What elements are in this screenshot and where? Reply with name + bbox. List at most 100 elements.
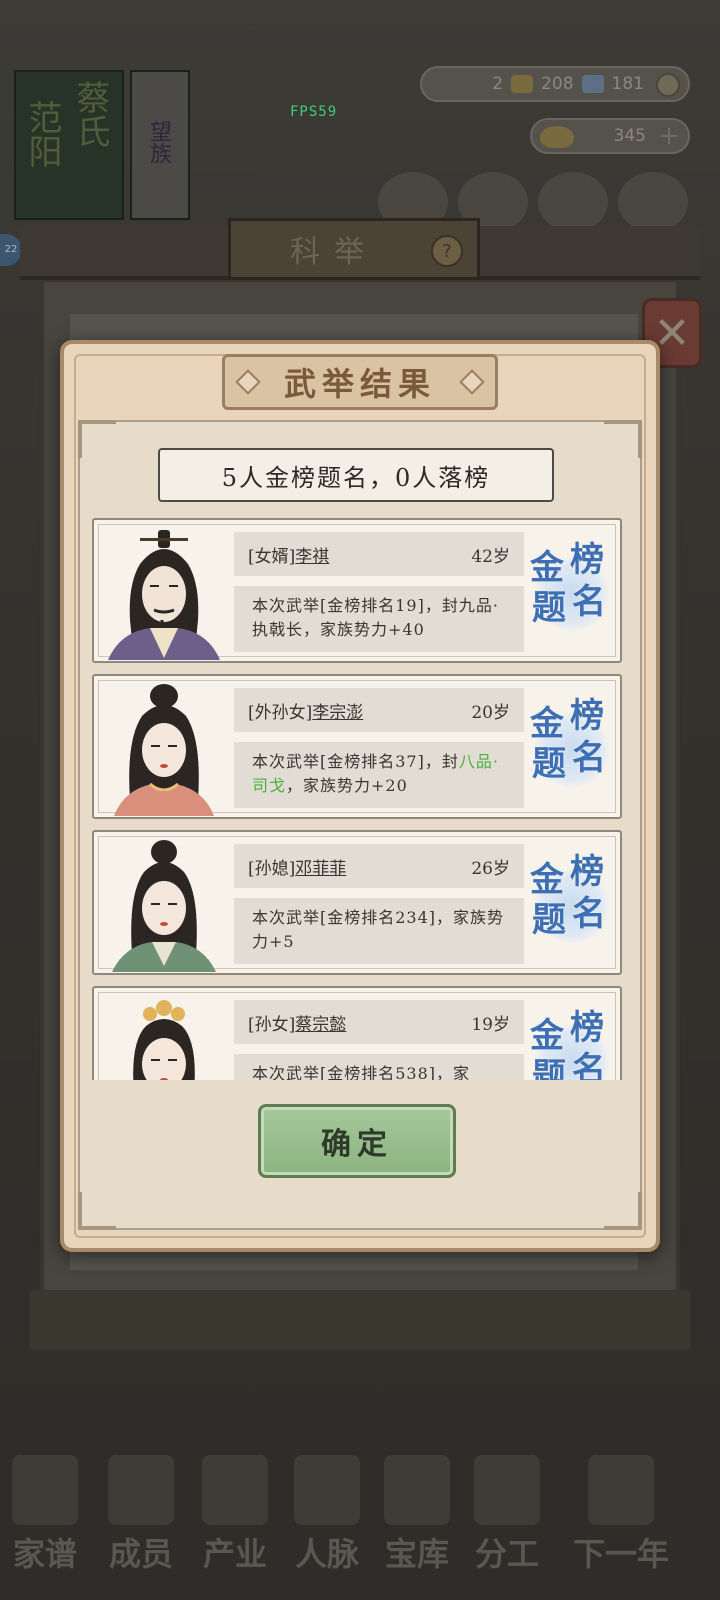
- ornament-icon: [459, 369, 485, 395]
- result-description: 本次武举[金榜排名37]，封八品·司戈，家族势力+20: [234, 742, 524, 808]
- stamp-char: 题: [532, 588, 566, 628]
- member-relation: [女婿]: [248, 546, 296, 567]
- stamp-char: 名: [572, 738, 606, 778]
- stamp-char: 题: [532, 744, 566, 784]
- lantern-icon: [588, 1455, 654, 1525]
- nav-item-label: 产业: [202, 1535, 267, 1573]
- avatar: [100, 680, 228, 816]
- avatar: [100, 992, 228, 1080]
- member-name-row: [外孙女] 李宗澎 20岁: [234, 688, 524, 732]
- nav-item-label: 宝库: [384, 1535, 449, 1573]
- member-relation: [孙媳]: [248, 858, 296, 879]
- nav-item-property[interactable]: 产业: [192, 1455, 278, 1575]
- result-card: [孙媳] 邓菲菲 26岁 本次武举[金榜排名234]，家族势力+5 金 榜 题 名: [92, 830, 622, 975]
- exam-title-plate: 科举 ?: [228, 218, 480, 280]
- family-book: 范阳 蔡氏 望族: [14, 70, 194, 220]
- result-text: 本次武举[金榜排名234]，家族势力+5: [252, 908, 505, 951]
- result-card: [女婿] 李祺 42岁 本次武举[金榜排名19]，封九品·执戟长，家族势力+40 …: [92, 518, 622, 663]
- nav-item-label: 分工: [474, 1535, 539, 1573]
- property-icon: [202, 1455, 268, 1525]
- stamp-char: 金: [530, 704, 564, 744]
- member-relation: [孙女]: [248, 1014, 296, 1035]
- book-title-clan: 蔡氏: [70, 80, 110, 148]
- member-age: 42岁: [471, 546, 510, 567]
- ornament-icon: [235, 369, 261, 395]
- dialog-title-plate: 武举结果: [222, 354, 498, 410]
- stamp-char: 榜: [570, 852, 604, 892]
- nav-item-treasury[interactable]: 宝库: [374, 1455, 460, 1575]
- corner-ornament: [604, 1192, 642, 1230]
- stamp-char: 名: [572, 894, 606, 934]
- member-name-link[interactable]: 李祺: [295, 542, 329, 567]
- result-description: 本次武举[金榜排名19]，封九品·执戟长，家族势力+40: [234, 586, 524, 652]
- member-name-link[interactable]: 蔡宗懿: [295, 1010, 346, 1035]
- nav-item-next-year[interactable]: 下一年: [566, 1455, 676, 1575]
- globe-icon: [618, 172, 688, 232]
- stamp-char: 榜: [570, 1008, 604, 1048]
- gold-ingot-icon: [540, 126, 574, 148]
- result-card: [孙女] 蔡宗懿 19岁 本次武举[金榜排名538]，家 金 榜 题 名: [92, 986, 622, 1080]
- member-name-row: [孙女] 蔡宗懿 19岁: [234, 1000, 524, 1044]
- nav-item-members[interactable]: 成员: [98, 1455, 184, 1575]
- nav-item-label: 家谱: [12, 1535, 77, 1573]
- exam-foot: [30, 1290, 690, 1350]
- stamp-char: 金: [530, 548, 564, 588]
- result-text: 本次武举[金榜排名37]，封: [252, 752, 459, 771]
- resource-c-value: 181: [611, 74, 644, 94]
- avatar: [100, 524, 228, 660]
- ticket-icon: [511, 75, 534, 93]
- nav-item-label: 下一年: [572, 1535, 669, 1573]
- member-age: 20岁: [471, 702, 510, 723]
- member-name-row: [孙媳] 邓菲菲 26岁: [234, 844, 524, 888]
- resource-a-value: 2: [492, 74, 504, 94]
- gold-value: 345: [613, 126, 646, 146]
- resource-bar: 2 208 181: [420, 66, 690, 102]
- corner-ornament: [604, 420, 642, 458]
- stamp-char: 名: [572, 1050, 606, 1080]
- nav-item-label: 人脉: [294, 1535, 359, 1573]
- gold-list-stamp: 金 榜 题 名: [530, 698, 614, 790]
- stamp-char: 金: [530, 860, 564, 900]
- add-gold-button[interactable]: +: [656, 123, 682, 150]
- help-icon[interactable]: ?: [431, 235, 463, 267]
- nav-item-genealogy[interactable]: 家谱: [2, 1455, 88, 1575]
- stamp-char: 题: [532, 1056, 566, 1080]
- treasury-icon: [384, 1455, 450, 1525]
- result-text: ，家族势力+20: [286, 776, 408, 795]
- coin-icon: [656, 73, 680, 97]
- result-text: 本次武举[金榜排名19]，封九品·执戟长，家族势力+40: [252, 596, 499, 639]
- corner-ornament: [78, 1192, 116, 1230]
- stamp-char: 金: [530, 1016, 564, 1056]
- resource-b-value: 208: [541, 74, 574, 94]
- confirm-button[interactable]: 确定: [258, 1104, 456, 1178]
- nav-item-assignment[interactable]: 分工: [464, 1455, 550, 1575]
- stamp-char: 榜: [570, 540, 604, 580]
- result-list[interactable]: [女婿] 李祺 42岁 本次武举[金榜排名19]，封九品·执戟长，家族势力+40 …: [92, 518, 622, 1080]
- member-name-row: [女婿] 李祺 42岁: [234, 532, 524, 576]
- member-relation: [外孙女]: [248, 702, 313, 723]
- gold-bar: 345 +: [530, 118, 690, 154]
- result-summary: 5人金榜题名，0人落榜: [158, 448, 554, 502]
- gold-list-stamp: 金 榜 题 名: [530, 542, 614, 634]
- stamp-char: 榜: [570, 696, 604, 736]
- book-title-region: 范阳: [22, 100, 62, 168]
- book-title-rank: 望族: [146, 120, 171, 164]
- gold-list-stamp: 金 榜 题 名: [530, 1010, 614, 1080]
- result-description: 本次武举[金榜排名538]，家: [234, 1054, 524, 1080]
- stamp-char: 名: [572, 582, 606, 622]
- exam-title: 科举: [290, 235, 378, 270]
- brush-icon: [538, 172, 608, 232]
- member-name-link[interactable]: 邓菲菲: [295, 854, 346, 879]
- fps-counter: FPS59: [290, 104, 338, 120]
- nav-item-connections[interactable]: 人脉: [284, 1455, 370, 1575]
- member-name-link[interactable]: 李宗澎: [312, 698, 363, 723]
- result-text: 本次武举[金榜排名538]，家: [252, 1064, 471, 1080]
- nav-item-label: 成员: [108, 1535, 173, 1573]
- result-description: 本次武举[金榜排名234]，家族势力+5: [234, 898, 524, 964]
- stamp-char: 题: [532, 900, 566, 940]
- scroll-icon: [581, 75, 604, 93]
- dialog-title: 武举结果: [283, 365, 436, 403]
- member-age: 19岁: [471, 1014, 510, 1035]
- corner-ornament: [78, 420, 116, 458]
- assignment-icon: [474, 1455, 540, 1525]
